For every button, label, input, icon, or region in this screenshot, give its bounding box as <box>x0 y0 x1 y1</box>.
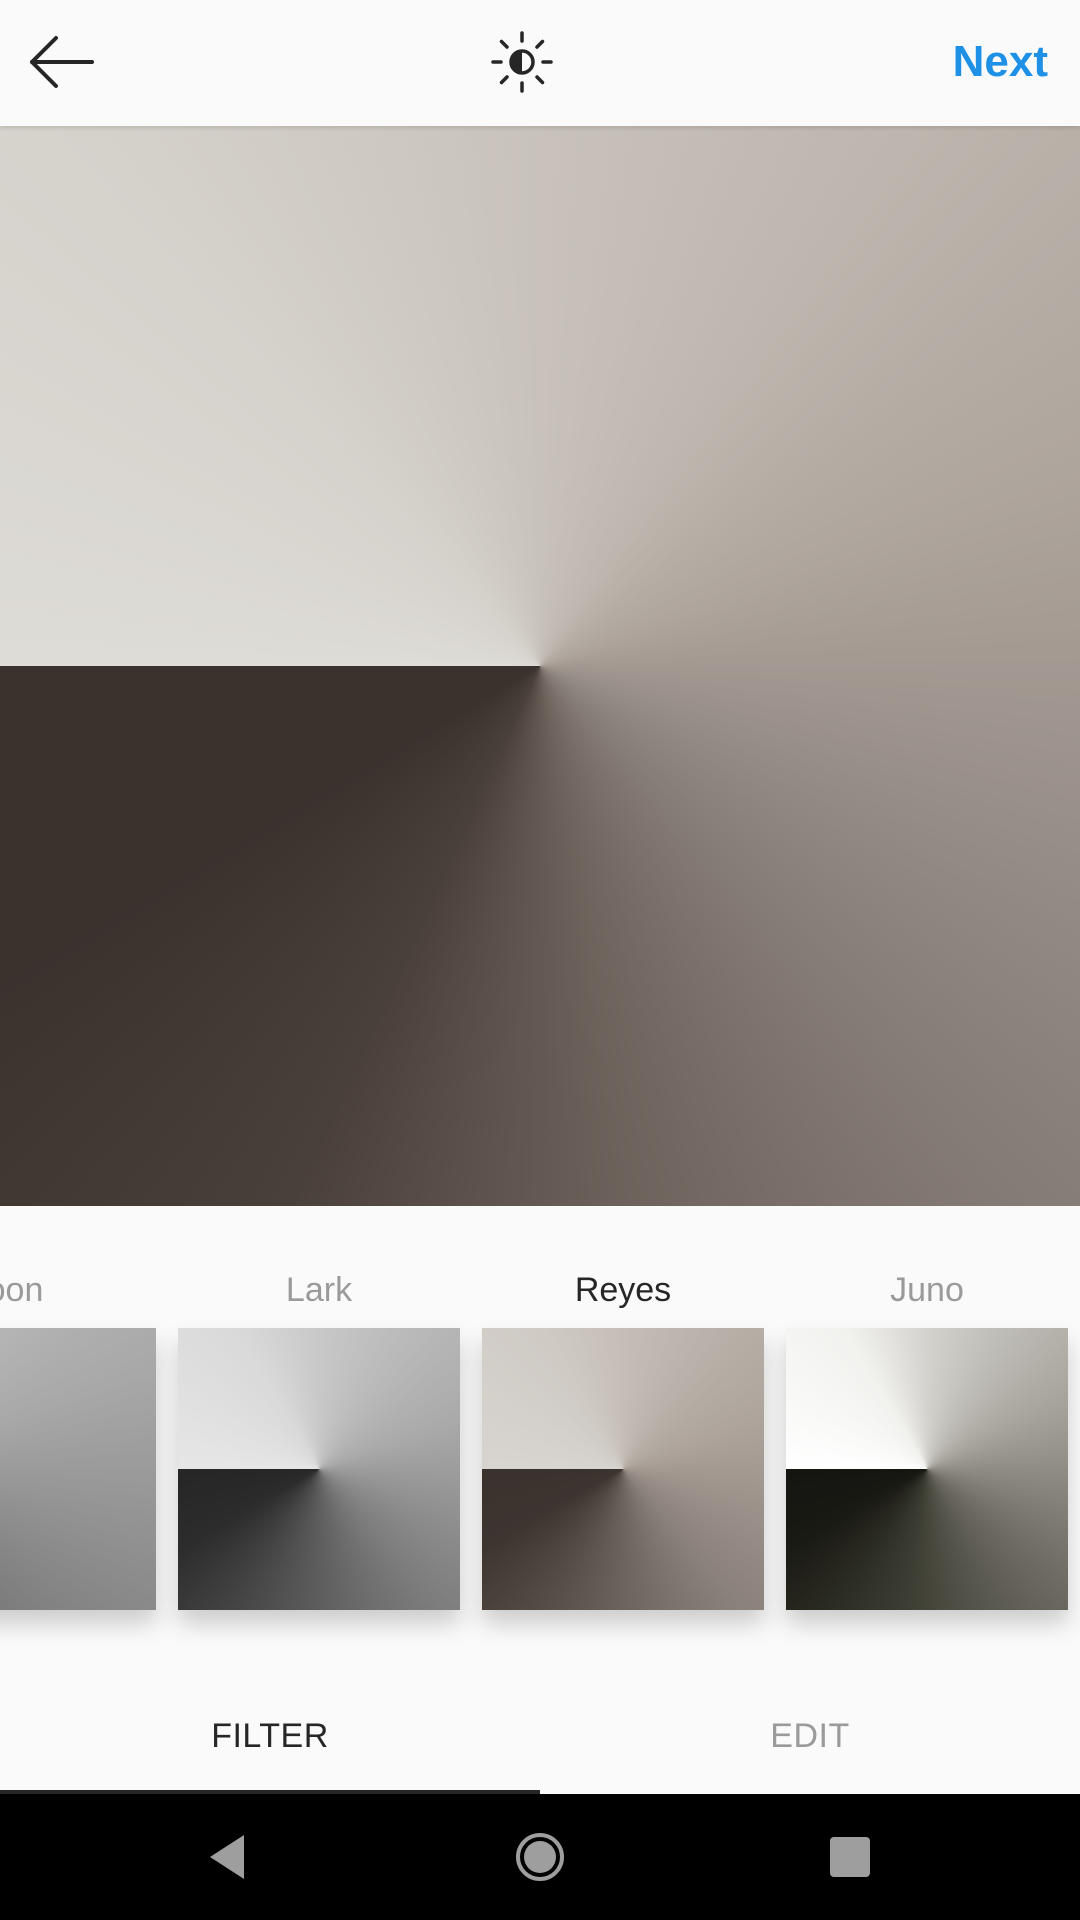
bottom-tabs: FILTER EDIT <box>0 1666 1080 1794</box>
nav-back-icon <box>210 1835 244 1879</box>
back-arrow-icon <box>30 36 94 88</box>
tab-edit[interactable]: EDIT <box>540 1666 1080 1794</box>
nav-home-button[interactable] <box>510 1827 570 1887</box>
nav-recent-apps-icon <box>830 1837 870 1877</box>
system-nav-bar <box>0 1794 1080 1920</box>
filter-label: Juno <box>890 1271 964 1309</box>
nav-home-icon <box>516 1833 564 1881</box>
nav-back-button[interactable] <box>200 1827 260 1887</box>
filter-item-juno[interactable]: Juno <box>786 1206 1068 1646</box>
tab-filter[interactable]: FILTER <box>0 1666 540 1794</box>
filter-item-reyes[interactable]: Reyes <box>482 1206 764 1646</box>
photo-preview <box>0 126 1080 1206</box>
filter-thumbnail <box>482 1328 764 1610</box>
filter-item-lark[interactable]: Lark <box>178 1206 460 1646</box>
lux-button[interactable] <box>490 30 554 94</box>
lux-brightness-icon <box>491 31 553 93</box>
back-button[interactable] <box>26 30 96 94</box>
filter-label: Lark <box>285 1271 353 1309</box>
filter-item-moon[interactable]: oon <box>0 1206 156 1646</box>
filter-thumbnail <box>178 1328 460 1610</box>
filter-screen: Next oon Lark Reyes Juno FILTER EDIT <box>0 0 1080 1920</box>
filter-thumbnail <box>786 1328 1068 1610</box>
filter-label: Reyes <box>574 1271 672 1309</box>
filter-label: oon <box>0 1271 44 1309</box>
nav-recent-apps-button[interactable] <box>820 1827 880 1887</box>
next-button[interactable]: Next <box>953 34 1048 90</box>
filter-thumbnail <box>0 1328 156 1610</box>
top-bar: Next <box>0 0 1080 126</box>
filter-strip[interactable]: oon Lark Reyes Juno <box>0 1206 1080 1666</box>
